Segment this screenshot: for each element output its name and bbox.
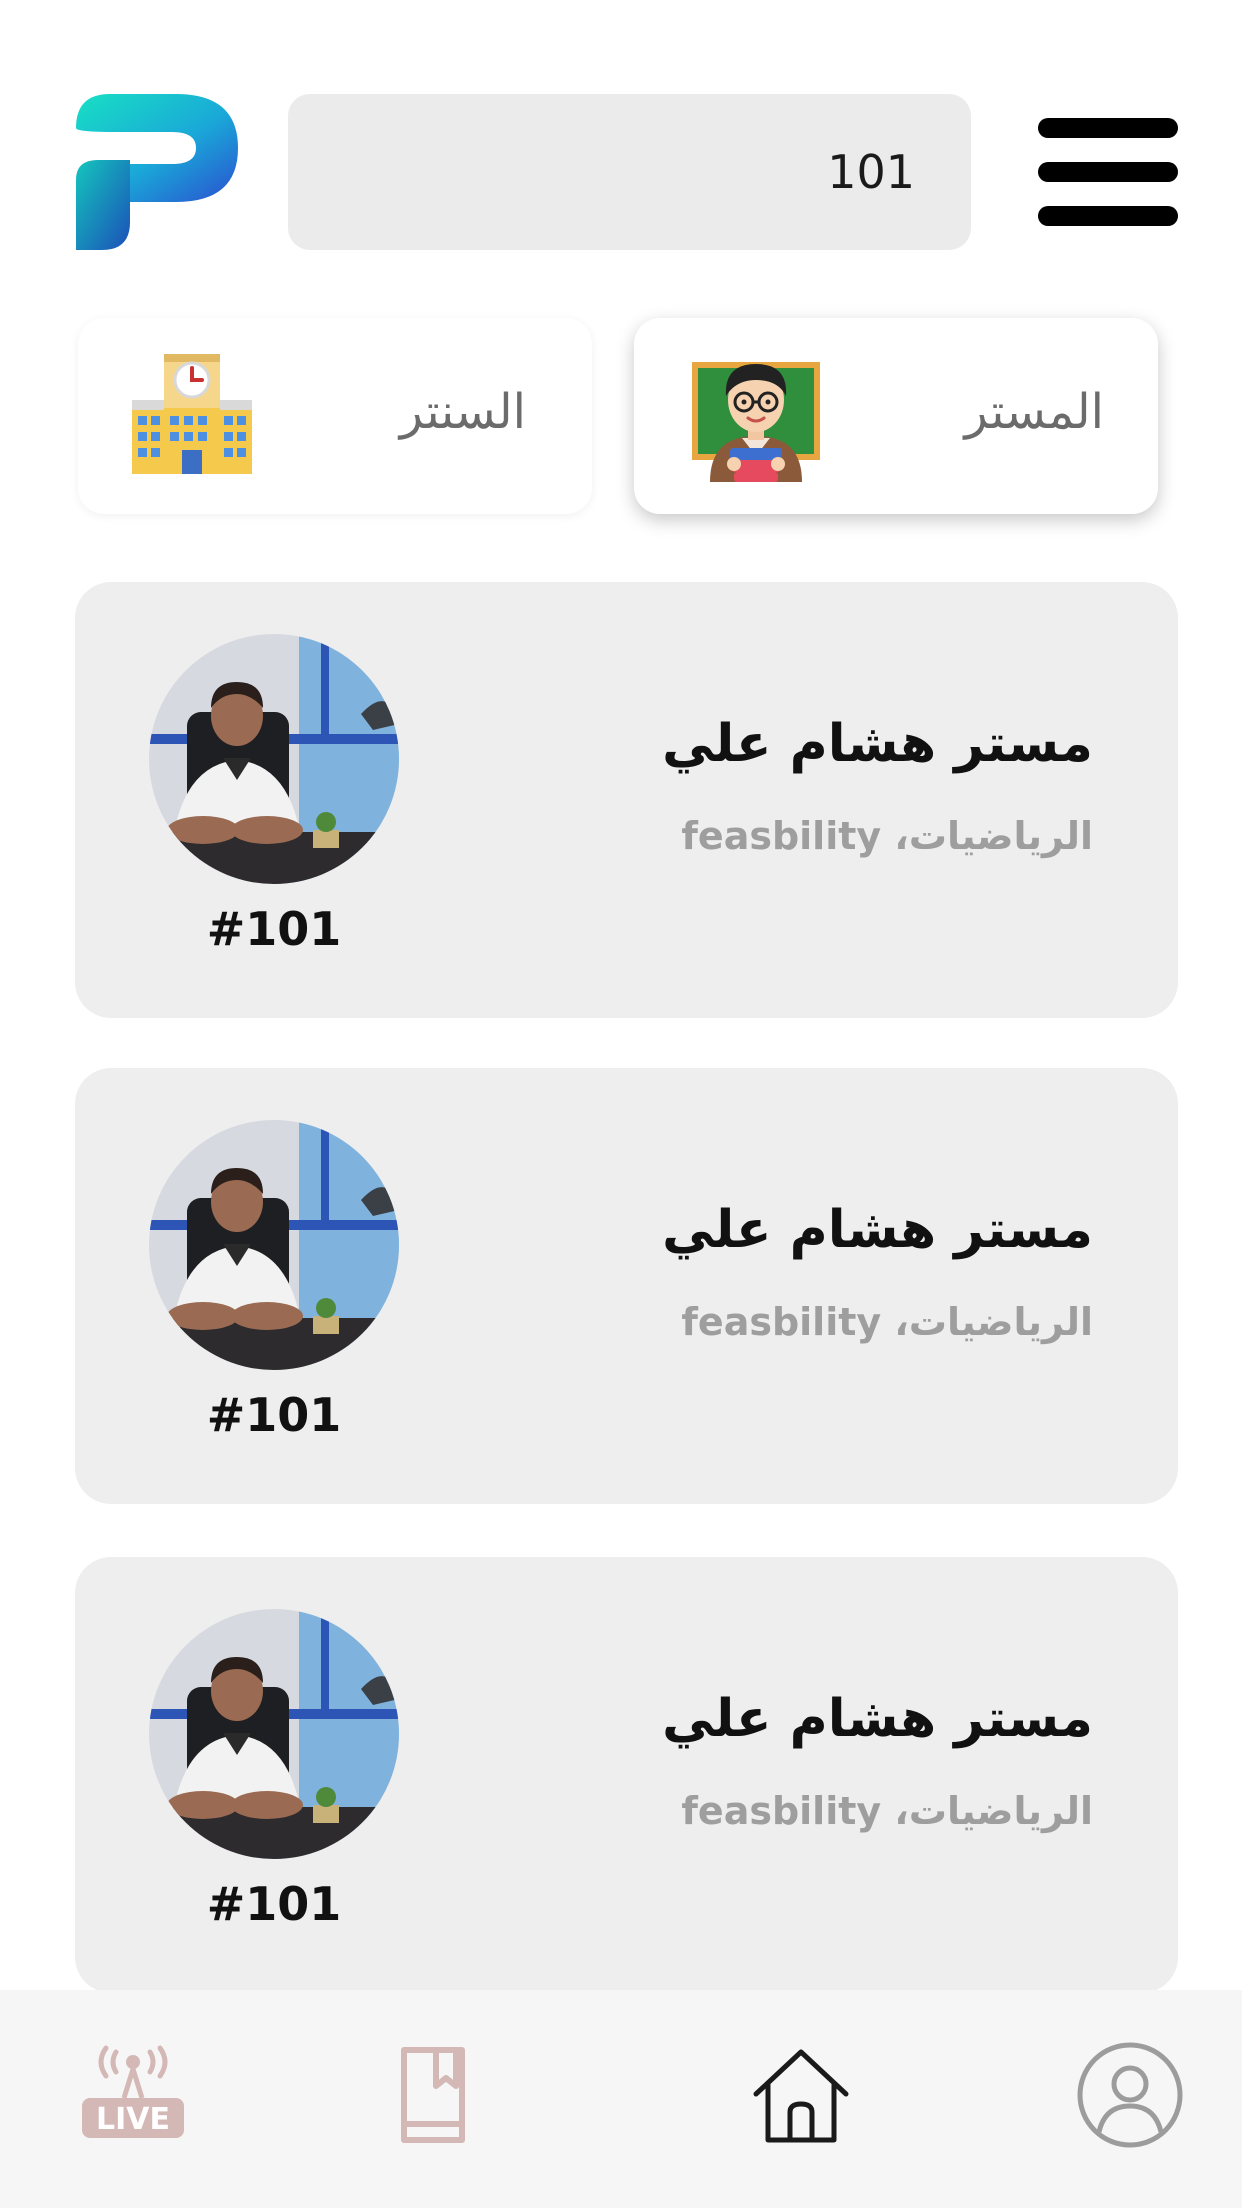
school-building-icon bbox=[132, 354, 252, 474]
teacher-code: #101 bbox=[206, 1877, 342, 1931]
teacher-avatar bbox=[149, 1609, 399, 1859]
tab-label: المستر bbox=[964, 384, 1105, 440]
teacher-subjects: الرياضيات، feasbility bbox=[681, 1789, 1093, 1833]
teacher-card[interactable]: #101 مستر هشام علي الرياضيات، feasbility bbox=[75, 1557, 1178, 1993]
teacher-photo bbox=[149, 1120, 399, 1370]
teacher-photo bbox=[149, 634, 399, 884]
teacher-name: مستر هشام علي bbox=[662, 714, 1093, 774]
nav-live[interactable]: LIVE bbox=[78, 2040, 188, 2150]
teacher-avatar bbox=[149, 634, 399, 884]
teacher-subjects: الرياضيات، feasbility bbox=[681, 1300, 1093, 1344]
teacher-card[interactable]: #101 مستر هشام علي الرياضيات، feasbility bbox=[75, 1068, 1178, 1504]
live-icon: LIVE bbox=[82, 2045, 184, 2138]
app-logo[interactable] bbox=[72, 92, 240, 252]
tab-label: السنتر bbox=[399, 384, 526, 440]
logo-p-icon bbox=[76, 94, 238, 250]
nav-home[interactable] bbox=[746, 2040, 856, 2150]
bookmark-icon bbox=[401, 2047, 465, 2143]
profile-icon bbox=[1077, 2042, 1183, 2148]
menu-bar bbox=[1038, 118, 1178, 138]
live-label: LIVE bbox=[96, 2102, 170, 2137]
search-value: 101 bbox=[827, 145, 915, 199]
teacher-name: مستر هشام علي bbox=[662, 1689, 1093, 1749]
teacher-subjects: الرياضيات، feasbility bbox=[681, 814, 1093, 858]
tab-teacher[interactable]: المستر bbox=[634, 318, 1158, 514]
home-icon bbox=[753, 2049, 849, 2143]
teacher-name: مستر هشام علي bbox=[662, 1200, 1093, 1260]
teacher-photo bbox=[149, 1609, 399, 1859]
nav-bookmarks[interactable] bbox=[378, 2040, 488, 2150]
search-input[interactable]: 101 bbox=[288, 94, 971, 250]
teacher-code: #101 bbox=[206, 1388, 342, 1442]
tab-center[interactable]: السنتر bbox=[78, 318, 592, 514]
hamburger-menu-icon[interactable] bbox=[1038, 118, 1178, 226]
teacher-avatar bbox=[149, 1120, 399, 1370]
bottom-nav: LIVE bbox=[0, 1990, 1242, 2208]
teacher-code: #101 bbox=[206, 902, 342, 956]
app-screen: 101 السنتر المستر #101 مستر هشام علي الر… bbox=[0, 0, 1242, 2208]
nav-profile[interactable] bbox=[1075, 2040, 1185, 2150]
menu-bar bbox=[1038, 206, 1178, 226]
menu-bar bbox=[1038, 162, 1178, 182]
teacher-card[interactable]: #101 مستر هشام علي الرياضيات، feasbility bbox=[75, 582, 1178, 1018]
teacher-icon bbox=[692, 362, 820, 482]
